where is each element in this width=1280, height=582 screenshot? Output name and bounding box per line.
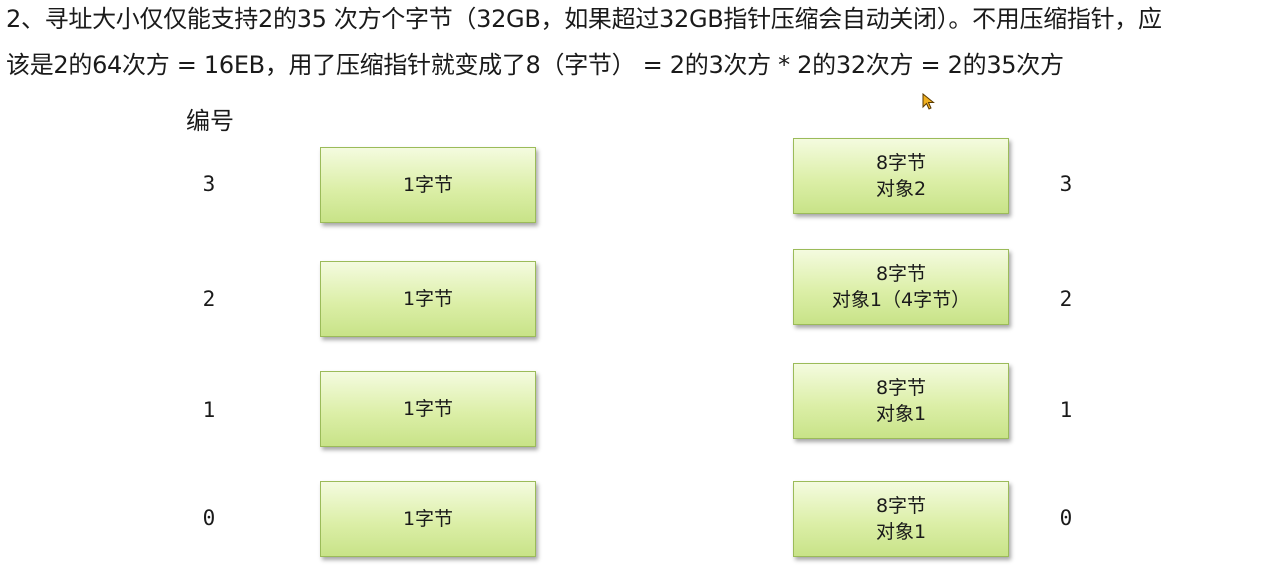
left-box-1: 1字节 [320, 371, 536, 447]
right-box-object: 对象1 [875, 521, 927, 543]
right-index-1: 1 [1059, 398, 1073, 422]
right-box-3: 8字节 对象2 [793, 138, 1009, 214]
left-box-0: 1字节 [320, 481, 536, 557]
right-box-1: 8字节 对象1 [793, 363, 1009, 439]
right-index-0: 0 [1059, 506, 1073, 530]
right-box-size: 8字节 [875, 377, 927, 399]
right-box-size: 8字节 [875, 152, 927, 174]
left-index-1: 1 [202, 398, 216, 422]
left-box-3: 1字节 [320, 147, 536, 223]
heading-line-1: 2、寻址大小仅仅能支持2的35 次方个字节（32GB，如果超过32GB指针压缩会… [6, 5, 1162, 33]
column-header-number: 编号 [186, 107, 234, 135]
right-box-object: 对象1（4字节） [831, 289, 971, 311]
left-index-0: 0 [202, 506, 216, 530]
left-box-2: 1字节 [320, 261, 536, 337]
left-box-label: 1字节 [402, 398, 454, 420]
right-index-2: 2 [1059, 287, 1073, 311]
left-index-2: 2 [202, 287, 216, 311]
right-box-object: 对象1 [875, 403, 927, 425]
right-box-2: 8字节 对象1（4字节） [793, 249, 1009, 325]
left-box-label: 1字节 [402, 288, 454, 310]
heading-line-2: 该是2的64次方 = 16EB，用了压缩指针就变成了8（字节） = 2的3次方 … [6, 51, 1064, 79]
right-index-3: 3 [1059, 172, 1073, 196]
mouse-cursor-icon [922, 93, 935, 110]
left-box-label: 1字节 [402, 174, 454, 196]
left-box-label: 1字节 [402, 508, 454, 530]
right-box-0: 8字节 对象1 [793, 481, 1009, 557]
left-index-3: 3 [202, 172, 216, 196]
right-box-size: 8字节 [875, 263, 927, 285]
right-box-object: 对象2 [875, 178, 927, 200]
right-box-size: 8字节 [875, 495, 927, 517]
